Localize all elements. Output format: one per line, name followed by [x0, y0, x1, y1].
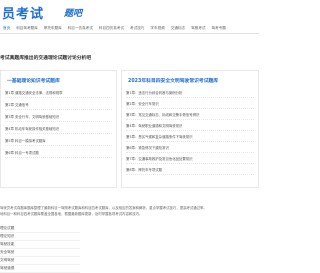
topic-list: 理论试题 理论知识 驾驶技能 安全驾驶 文明驾驶 驾驶道德 — [0, 225, 80, 273]
topic-link[interactable]: 驾驶技能 — [0, 241, 80, 249]
intro-text: 驾驶员考试真题库题库整理了最新科目一驾照考试题库和科目四考试题库，以及相应的答案… — [0, 205, 259, 217]
subject4-chapter-link[interactable]: 第4章：驾驶职业道德和文明驾驶常识 — [126, 123, 254, 131]
site-logo-subtitle: 题吧 — [64, 9, 83, 19]
topic-link[interactable]: 安全驾驶 — [0, 249, 80, 257]
main-nav: 首页 科目驾考题库 摩托车题库 科目一仿真考试 科目四仿真考试 考试技巧 学车视… — [0, 24, 259, 34]
subject4-chapter-link[interactable]: 第1章：违法行为综合判断与案例分析 — [126, 90, 254, 98]
nav-item-subject-bank[interactable]: 科目驾考题库 — [16, 26, 38, 31]
topic-link[interactable]: 理论试题 — [0, 225, 80, 233]
subject4-panel: 2023年科目四安全文明驾驶常识考试题库 第1章：违法行为综合判断与案例分析 第… — [121, 70, 259, 188]
nav-item-home[interactable]: 首页 — [3, 26, 10, 31]
nav-item-traffic-signs[interactable]: 交通标志 — [171, 26, 185, 31]
nav-item-license-exam[interactable]: 驾照考试 — [191, 26, 205, 31]
nav-item-topics[interactable]: 驾考专题 — [212, 26, 226, 31]
topic-link[interactable]: 驾驶道德 — [0, 265, 80, 273]
subject4-chapter-link[interactable]: 第7章：交通事故救护及常见危化品处置常识 — [126, 156, 254, 164]
topic-link[interactable]: 理论知识 — [0, 233, 80, 241]
subject1-chapter-link[interactable]: 第3章 安全行车、文明驾驶基础知识 — [5, 114, 112, 122]
subject4-chapter-link[interactable]: 第2章：安全行车常识 — [126, 101, 254, 109]
subject4-chapter-link[interactable]: 第3章：常见交通标志、标线和交警手势信号辨识 — [126, 112, 254, 120]
subject4-chapter-link[interactable]: 第6章：紧急情况下避险常识 — [126, 145, 254, 153]
subject1-chapter-link[interactable]: 第4章 机动车驾驶操作相关基础知识 — [5, 126, 112, 134]
subject4-chapter-link[interactable]: 第8章：摩托车专项试题 — [126, 167, 254, 175]
subject1-chapter-link[interactable]: 第1章 道路交通安全法律、法规和规章 — [5, 90, 112, 98]
subject1-chapter-link[interactable]: 第6章 科目一专项试题 — [5, 150, 112, 158]
nav-item-motorcycle-bank[interactable]: 摩托车题库 — [44, 26, 62, 31]
subject1-chapter-link[interactable]: 第5章 科目一模拟考试题库 — [5, 138, 112, 146]
nav-item-videos[interactable]: 学车视频 — [150, 26, 164, 31]
nav-item-exam-tips[interactable]: 考试技巧 — [130, 26, 144, 31]
subject1-chapter-link[interactable]: 第2章 交通信号 — [5, 102, 112, 110]
subject4-chapter-link[interactable]: 第5章：恶劣气候和复杂道路条件下驾驶常识 — [126, 134, 254, 142]
page-title: 考试真题库推出的交通理论试题讨论分析吧 — [0, 56, 92, 61]
site-header: 员考试 题吧 — [0, 0, 259, 22]
nav-item-subject4-mock[interactable]: 科目四仿真考试 — [99, 26, 124, 31]
nav-item-subject1-mock[interactable]: 科目一仿真考试 — [68, 26, 93, 31]
subject1-panel: 一基础理论知识考试题库 第1章 道路交通安全法律、法规和规章 第2章 交通信号 … — [0, 70, 117, 188]
intro-line: 地科目一和科目四考试题库覆盖全国各地，根据最新题库更新，及时掌握各项考试内容和技… — [0, 212, 143, 216]
site-logo[interactable]: 员考试 — [2, 3, 44, 22]
subject1-panel-title: 一基础理论知识考试题库 — [7, 79, 60, 84]
subject4-panel-title: 2023年科目四安全文明驾驶常识考试题库 — [128, 79, 219, 84]
topic-link[interactable]: 文明驾驶 — [0, 257, 80, 265]
